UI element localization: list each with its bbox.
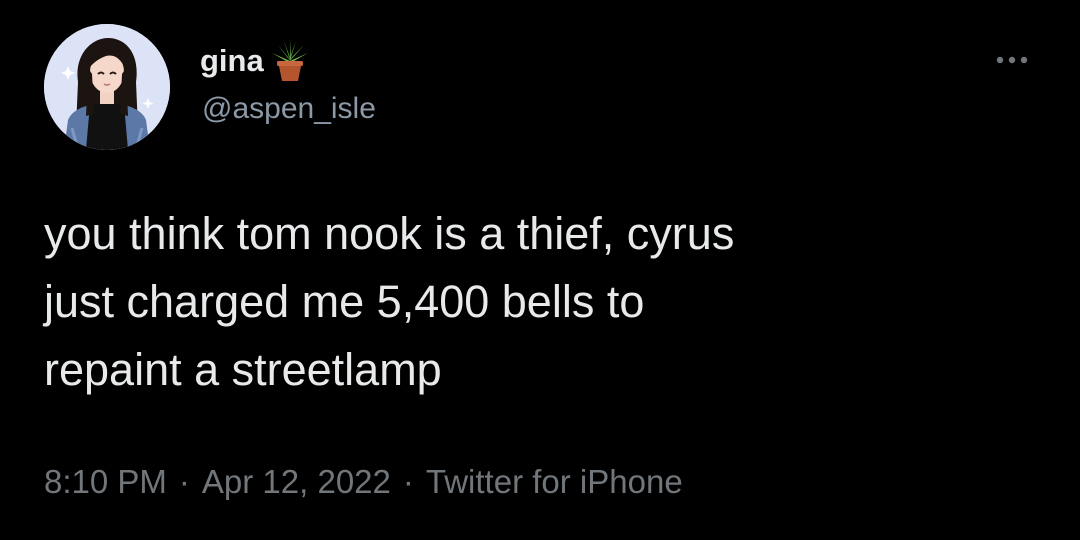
tweet-text: you think tom nook is a thief, cyrus jus… — [44, 208, 735, 395]
avatar-illustration — [44, 24, 170, 150]
author-display-name[interactable]: gina — [200, 43, 264, 79]
meta-separator: · — [402, 463, 414, 500]
ellipsis-horizontal-icon — [996, 56, 1028, 64]
meta-separator: · — [178, 463, 190, 500]
author-name-row: gina — [200, 36, 310, 86]
tweet-source[interactable]: Twitter for iPhone — [426, 463, 683, 501]
avatar[interactable] — [44, 24, 170, 150]
more-options-button[interactable] — [990, 48, 1034, 72]
tweet-time[interactable]: 8:10 PM — [44, 463, 167, 501]
tweet-date[interactable]: Apr 12, 2022 — [202, 463, 391, 501]
author-handle[interactable]: @aspen_isle — [202, 92, 376, 126]
potted-plant-icon — [270, 39, 310, 83]
tweet-meta: 8:10 PM · Apr 12, 2022 · Twitter for iPh… — [44, 458, 683, 506]
tweet-card: gina @aspen_isle you think tom nook is a… — [0, 0, 1080, 540]
